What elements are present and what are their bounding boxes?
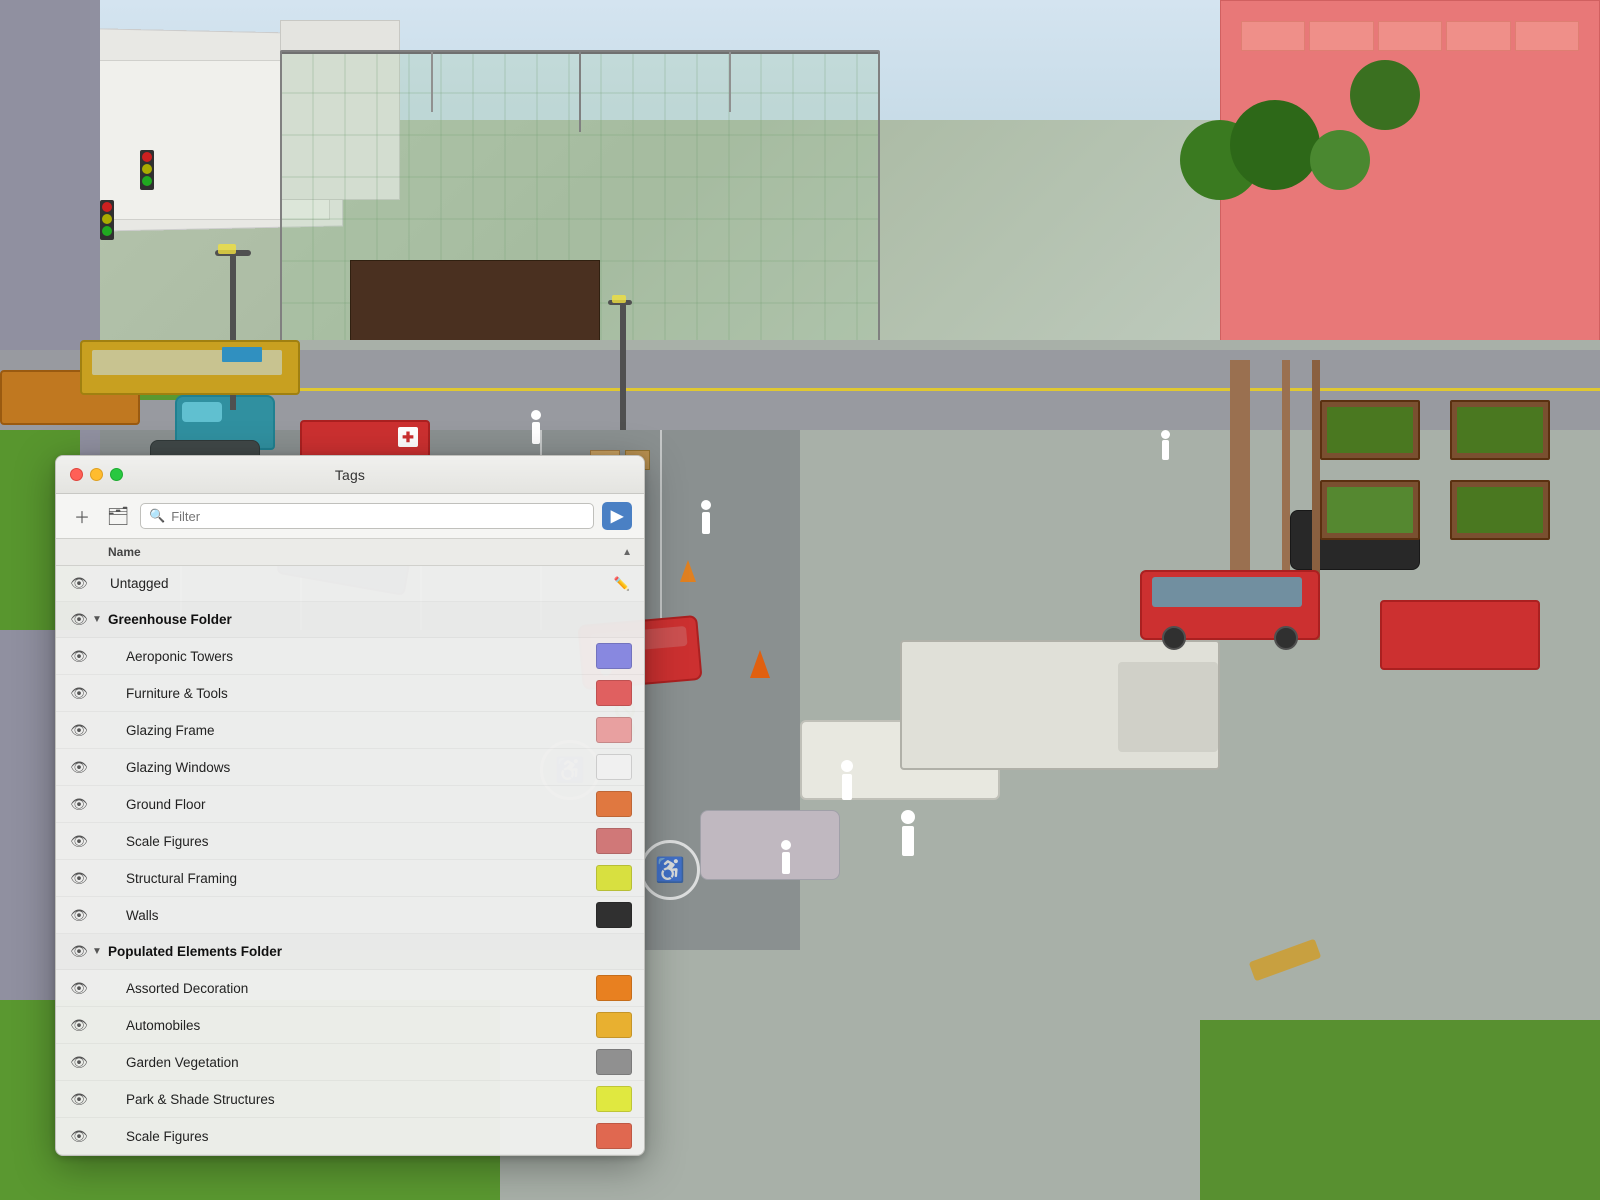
layer-name-automobiles: Automobiles bbox=[122, 1018, 596, 1033]
layer-name-glazing-windows: Glazing Windows bbox=[122, 760, 596, 775]
color-swatch-aeroponic-towers[interactable] bbox=[596, 643, 632, 669]
visibility-icon-automobiles[interactable]: 👁 bbox=[68, 1014, 90, 1036]
visibility-icon-greenhouse-folder[interactable]: 👁 bbox=[68, 609, 90, 631]
color-swatch-ground-floor[interactable] bbox=[596, 791, 632, 817]
layer-name-ground-floor: Ground Floor bbox=[122, 797, 596, 812]
visibility-icon-assorted-decoration[interactable]: 👁 bbox=[68, 977, 90, 999]
close-button[interactable] bbox=[70, 468, 83, 481]
export-button[interactable]: ▶ bbox=[602, 502, 632, 530]
visibility-icon-aeroponic-towers[interactable]: 👁 bbox=[68, 645, 90, 667]
layer-row-untagged[interactable]: 👁 Untagged✏️ bbox=[56, 566, 644, 602]
traffic-lights bbox=[70, 468, 123, 481]
folder-arrow-populated-elements-folder[interactable]: ▼ bbox=[90, 945, 104, 959]
layer-row-furniture-tools[interactable]: 👁 Furniture & Tools bbox=[56, 675, 644, 712]
layer-name-scale-figures-pe: Scale Figures bbox=[122, 1129, 596, 1144]
layer-name-walls: Walls bbox=[122, 908, 596, 923]
layer-name-greenhouse-folder: Greenhouse Folder bbox=[104, 612, 632, 627]
visibility-icon-walls[interactable]: 👁 bbox=[68, 904, 90, 926]
layer-row-glazing-frame[interactable]: 👁 Glazing Frame bbox=[56, 712, 644, 749]
layer-row-automobiles[interactable]: 👁 Automobiles bbox=[56, 1007, 644, 1044]
layer-name-assorted-decoration: Assorted Decoration bbox=[122, 981, 596, 996]
layer-row-park-shade-structures[interactable]: 👁 Park & Shade Structures bbox=[56, 1081, 644, 1118]
color-swatch-glazing-frame[interactable] bbox=[596, 717, 632, 743]
color-swatch-assorted-decoration[interactable] bbox=[596, 975, 632, 1001]
color-swatch-walls[interactable] bbox=[596, 902, 632, 928]
layer-list: 👁Untagged✏️👁▼Greenhouse Folder👁Aeroponic… bbox=[56, 566, 644, 1155]
color-swatch-glazing-windows[interactable] bbox=[596, 754, 632, 780]
color-swatch-garden-vegetation[interactable] bbox=[596, 1049, 632, 1075]
search-icon: 🔍 bbox=[149, 508, 165, 524]
color-swatch-scale-figures-pe[interactable] bbox=[596, 1123, 632, 1149]
layer-name-park-shade-structures: Park & Shade Structures bbox=[122, 1092, 596, 1107]
column-name: Name bbox=[108, 545, 616, 559]
folder-add-icon: 🗂 bbox=[107, 506, 130, 527]
color-swatch-scale-figures-gh[interactable] bbox=[596, 828, 632, 854]
visibility-icon-scale-figures-pe[interactable]: 👁 bbox=[68, 1125, 90, 1147]
add-folder-button[interactable]: 🗂 bbox=[104, 504, 132, 528]
visibility-icon-untagged[interactable]: 👁 bbox=[68, 573, 90, 595]
layer-row-greenhouse-folder[interactable]: 👁▼Greenhouse Folder bbox=[56, 602, 644, 638]
panel-title: Tags bbox=[335, 467, 365, 483]
layer-row-garden-vegetation[interactable]: 👁 Garden Vegetation bbox=[56, 1044, 644, 1081]
color-swatch-furniture-tools[interactable] bbox=[596, 680, 632, 706]
maximize-button[interactable] bbox=[110, 468, 123, 481]
visibility-icon-ground-floor[interactable]: 👁 bbox=[68, 793, 90, 815]
minimize-button[interactable] bbox=[90, 468, 103, 481]
visibility-icon-park-shade-structures[interactable]: 👁 bbox=[68, 1088, 90, 1110]
color-swatch-automobiles[interactable] bbox=[596, 1012, 632, 1038]
tags-panel: Tags ＋ 🗂 🔍 ▶ Name ▲ 👁Untagged✏️👁▼Greenho… bbox=[55, 455, 645, 1156]
search-box: 🔍 bbox=[140, 503, 594, 529]
layer-name-furniture-tools: Furniture & Tools bbox=[122, 686, 596, 701]
edit-icon-untagged[interactable]: ✏️ bbox=[612, 576, 632, 592]
layer-name-scale-figures-gh: Scale Figures bbox=[122, 834, 596, 849]
add-layer-button[interactable]: ＋ bbox=[68, 504, 96, 528]
layer-name-glazing-frame: Glazing Frame bbox=[122, 723, 596, 738]
color-swatch-park-shade-structures[interactable] bbox=[596, 1086, 632, 1112]
folder-arrow-greenhouse-folder[interactable]: ▼ bbox=[90, 613, 104, 627]
layer-name-populated-elements-folder: Populated Elements Folder bbox=[104, 944, 632, 959]
add-icon: ＋ bbox=[74, 504, 90, 528]
layer-row-scale-figures-pe[interactable]: 👁 Scale Figures bbox=[56, 1118, 644, 1155]
layer-row-structural-framing[interactable]: 👁 Structural Framing bbox=[56, 860, 644, 897]
layer-name-structural-framing: Structural Framing bbox=[122, 871, 596, 886]
visibility-icon-glazing-frame[interactable]: 👁 bbox=[68, 719, 90, 741]
layer-row-scale-figures-gh[interactable]: 👁 Scale Figures bbox=[56, 823, 644, 860]
sort-icon[interactable]: ▲ bbox=[622, 547, 632, 558]
layer-name-aeroponic-towers: Aeroponic Towers bbox=[122, 649, 596, 664]
search-input[interactable] bbox=[171, 509, 585, 524]
layer-row-populated-elements-folder[interactable]: 👁▼Populated Elements Folder bbox=[56, 934, 644, 970]
layer-row-assorted-decoration[interactable]: 👁 Assorted Decoration bbox=[56, 970, 644, 1007]
visibility-icon-structural-framing[interactable]: 👁 bbox=[68, 867, 90, 889]
visibility-icon-scale-figures-gh[interactable]: 👁 bbox=[68, 830, 90, 852]
visibility-icon-populated-elements-folder[interactable]: 👁 bbox=[68, 941, 90, 963]
export-icon: ▶ bbox=[611, 506, 623, 526]
layer-name-garden-vegetation: Garden Vegetation bbox=[122, 1055, 596, 1070]
layer-name-untagged: Untagged bbox=[106, 576, 612, 591]
layer-row-aeroponic-towers[interactable]: 👁 Aeroponic Towers bbox=[56, 638, 644, 675]
color-swatch-structural-framing[interactable] bbox=[596, 865, 632, 891]
panel-toolbar: ＋ 🗂 🔍 ▶ bbox=[56, 494, 644, 539]
column-header: Name ▲ bbox=[56, 539, 644, 566]
panel-titlebar: Tags bbox=[56, 456, 644, 494]
visibility-icon-furniture-tools[interactable]: 👁 bbox=[68, 682, 90, 704]
layer-row-glazing-windows[interactable]: 👁 Glazing Windows bbox=[56, 749, 644, 786]
visibility-icon-glazing-windows[interactable]: 👁 bbox=[68, 756, 90, 778]
layer-row-ground-floor[interactable]: 👁 Ground Floor bbox=[56, 786, 644, 823]
visibility-icon-garden-vegetation[interactable]: 👁 bbox=[68, 1051, 90, 1073]
layer-row-walls[interactable]: 👁 Walls bbox=[56, 897, 644, 934]
